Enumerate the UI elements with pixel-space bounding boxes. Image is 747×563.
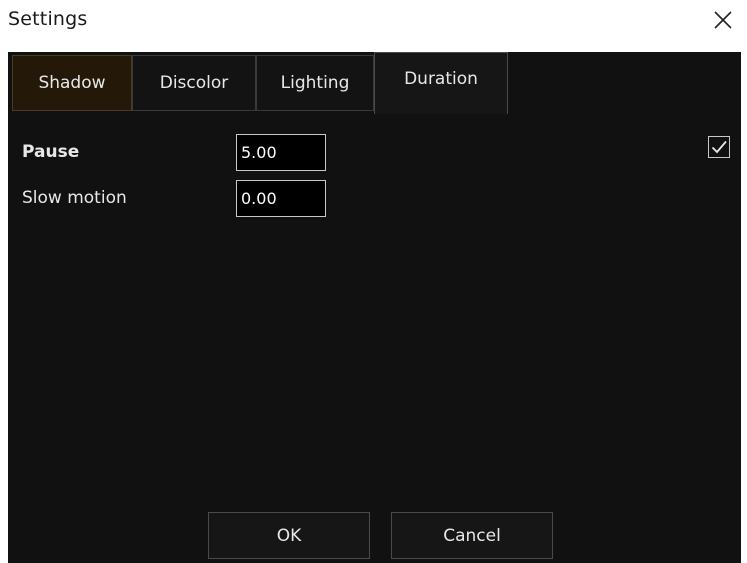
tab-shadow-label: Shadow [38, 73, 106, 93]
settings-dialog: Settings Shadow Discolor Lighting Durati… [0, 0, 747, 563]
pause-input[interactable] [236, 134, 326, 171]
tab-bar: Shadow Discolor Lighting Duration [8, 52, 741, 114]
tab-duration-label: Duration [404, 68, 478, 89]
ok-button[interactable]: OK [208, 512, 370, 559]
cancel-button[interactable]: Cancel [391, 512, 553, 559]
slow-motion-label: Slow motion [22, 188, 127, 208]
tab-shadow[interactable]: Shadow [12, 55, 132, 111]
dialog-title: Settings [8, 8, 88, 30]
tab-lighting[interactable]: Lighting [256, 55, 374, 111]
tab-duration[interactable]: Duration [374, 52, 508, 114]
title-bar: Settings [0, 0, 747, 44]
duration-panel: Pause Slow motion OK Cancel [8, 114, 741, 563]
enable-checkbox[interactable] [708, 136, 730, 158]
tab-lighting-label: Lighting [280, 73, 350, 93]
close-button[interactable] [708, 5, 738, 35]
checkmark-icon [711, 140, 727, 154]
tab-discolor-label: Discolor [159, 73, 229, 93]
pause-label: Pause [22, 142, 80, 162]
slow-motion-input[interactable] [236, 180, 326, 217]
close-icon [714, 11, 732, 29]
tab-discolor[interactable]: Discolor [132, 55, 256, 111]
